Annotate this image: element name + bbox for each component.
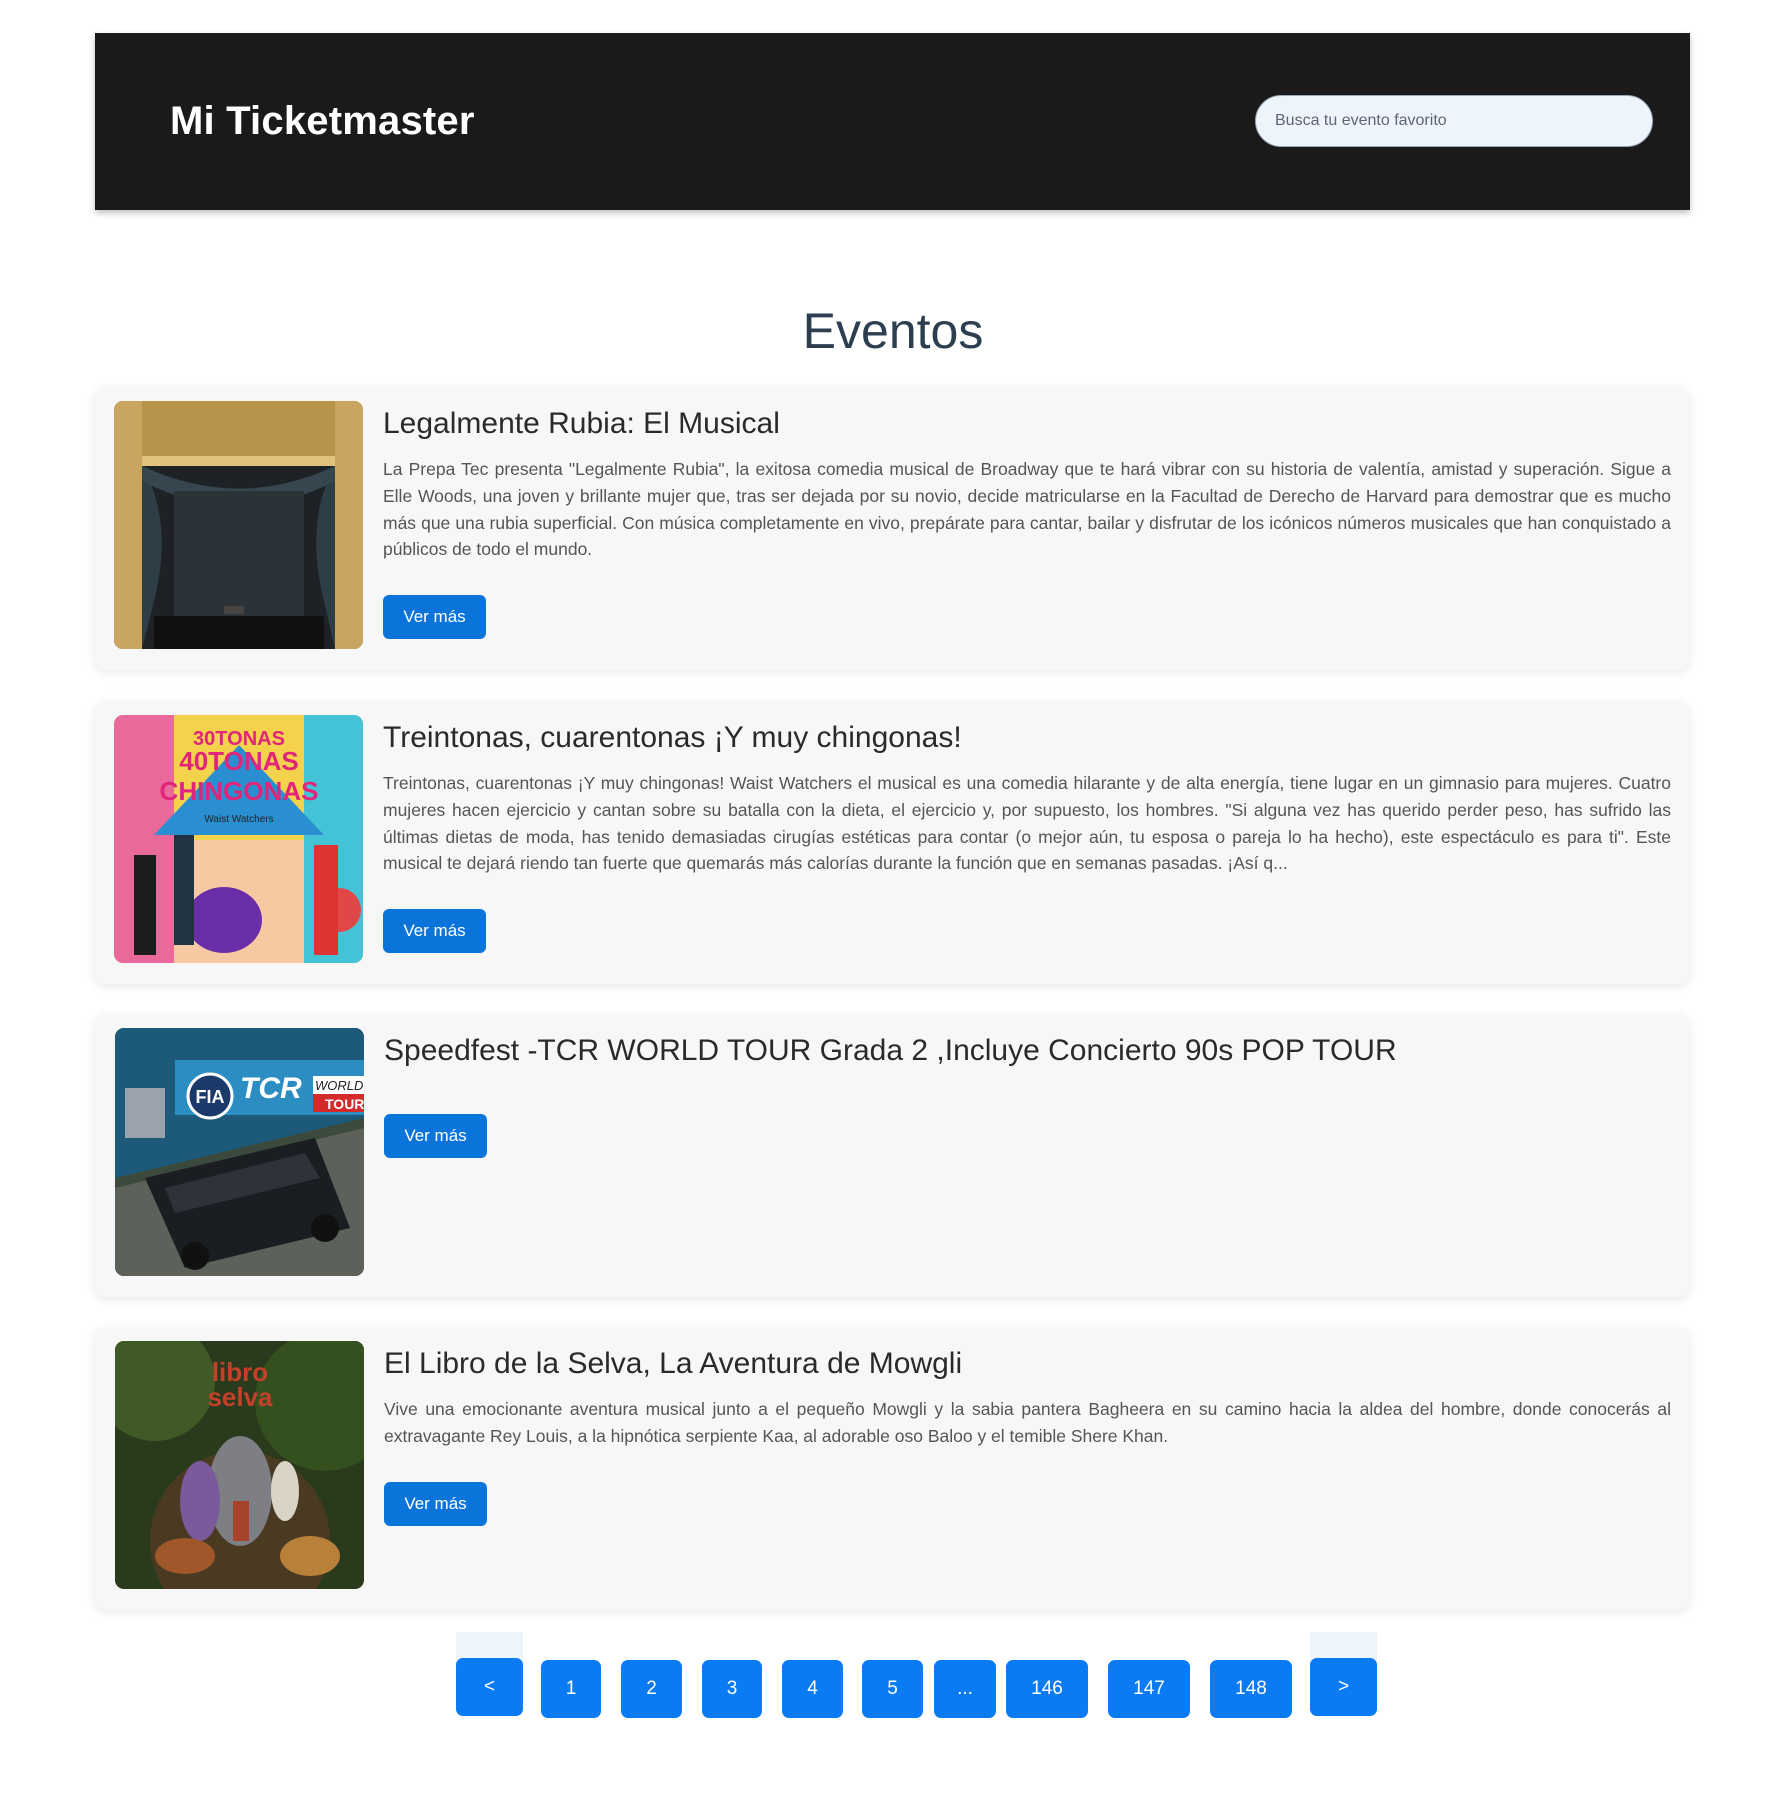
- ver-mas-button[interactable]: Ver más: [384, 1114, 487, 1158]
- page-button[interactable]: 5: [862, 1660, 923, 1718]
- page-button[interactable]: 146: [1006, 1660, 1088, 1718]
- poster-text-3: CHINGONAS: [160, 776, 319, 806]
- racing-image: FIA TCR WORLD TOUR: [115, 1028, 364, 1276]
- page-button[interactable]: 147: [1108, 1660, 1190, 1718]
- pagination: < 1 2 3 4 5 ... 146 147 148 >: [0, 1630, 1786, 1718]
- poster-text-2: 40TONAS: [179, 746, 298, 776]
- event-image[interactable]: [114, 401, 363, 649]
- event-card: libro selva El Libro de la Selva, La Ave…: [95, 1328, 1689, 1610]
- ver-mas-button[interactable]: Ver más: [383, 909, 486, 953]
- event-image[interactable]: libro selva: [115, 1341, 364, 1589]
- search-input[interactable]: [1256, 96, 1652, 146]
- page-button[interactable]: 1: [541, 1660, 601, 1718]
- theater-stage-image: [114, 401, 363, 649]
- world-text: WORLD: [315, 1078, 363, 1093]
- search-box[interactable]: [1255, 95, 1653, 147]
- event-description: Treintonas, cuarentonas ¡Y muy chingonas…: [383, 773, 1671, 874]
- event-title: El Libro de la Selva, La Aventura de Mow…: [384, 1347, 963, 1380]
- prev-page-button[interactable]: <: [456, 1658, 523, 1716]
- page-button[interactable]: 2: [621, 1660, 682, 1718]
- comedy-poster-image: 30TONAS 40TONAS CHINGONAS Waist Watchers: [114, 715, 363, 963]
- event-content: El Libro de la Selva, La Aventura de Mow…: [384, 1328, 1671, 1450]
- jungle-book-image: libro selva: [115, 1341, 364, 1589]
- event-description: La Prepa Tec presenta "Legalmente Rubia"…: [383, 459, 1671, 560]
- tour-text: TOUR: [325, 1096, 364, 1112]
- event-content: Speedfest -TCR WORLD TOUR Grada 2 ,Inclu…: [384, 1015, 1671, 1069]
- event-title: Speedfest -TCR WORLD TOUR Grada 2 ,Inclu…: [384, 1034, 1397, 1067]
- poster-text-selva: selva: [207, 1382, 273, 1412]
- event-image[interactable]: 30TONAS 40TONAS CHINGONAS Waist Watchers: [114, 715, 363, 963]
- ver-mas-button[interactable]: Ver más: [384, 1482, 487, 1526]
- page-ellipsis-button[interactable]: ...: [934, 1660, 996, 1718]
- event-description: Vive una emocionante aventura musical ju…: [384, 1399, 1671, 1446]
- page-button[interactable]: 3: [702, 1660, 762, 1718]
- event-content: Legalmente Rubia: El Musical La Prepa Te…: [383, 388, 1671, 563]
- event-card: Legalmente Rubia: El Musical La Prepa Te…: [95, 388, 1689, 670]
- page-button[interactable]: 4: [782, 1660, 843, 1718]
- fia-logo-text: FIA: [196, 1087, 225, 1107]
- event-title: Treintonas, cuarentonas ¡Y muy chingonas…: [383, 721, 962, 754]
- top-header: Mi Ticketmaster: [95, 33, 1690, 210]
- page-title: Eventos: [802, 302, 984, 359]
- event-card: FIA TCR WORLD TOUR Speedfest -TCR WORLD …: [95, 1015, 1689, 1297]
- event-card: 30TONAS 40TONAS CHINGONAS Waist Watchers…: [95, 702, 1689, 984]
- next-page-button[interactable]: >: [1310, 1658, 1377, 1716]
- event-title: Legalmente Rubia: El Musical: [383, 407, 780, 440]
- brand-title[interactable]: Mi Ticketmaster: [170, 99, 475, 144]
- page: Mi Ticketmaster Eventos Leg: [0, 0, 1786, 1801]
- event-image[interactable]: FIA TCR WORLD TOUR: [115, 1028, 364, 1276]
- ver-mas-button[interactable]: Ver más: [383, 595, 486, 639]
- event-content: Treintonas, cuarentonas ¡Y muy chingonas…: [383, 702, 1671, 877]
- page-button[interactable]: 148: [1210, 1660, 1292, 1718]
- poster-text-4: Waist Watchers: [204, 814, 273, 825]
- tcr-logo-text: TCR: [240, 1072, 302, 1105]
